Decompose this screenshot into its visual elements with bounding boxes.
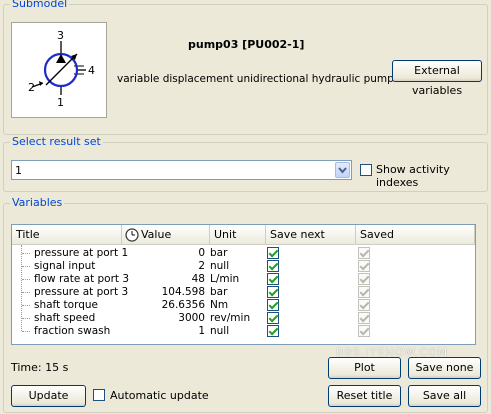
port-label-4: 4 [88, 64, 95, 77]
port-label-3: 3 [57, 29, 64, 42]
variable-unit: L/min [210, 273, 240, 285]
variables-group-label: Variables [10, 196, 65, 209]
column-header-value[interactable]: Value [122, 225, 210, 245]
reset-title-button[interactable]: Reset title [328, 385, 401, 407]
table-row[interactable]: shaft torque 26.6356 Nm [12, 299, 475, 312]
save-next-checkbox[interactable] [267, 299, 279, 311]
column-header-unit[interactable]: Unit [210, 225, 266, 245]
port-label-1: 1 [57, 96, 64, 109]
column-header-save-next[interactable]: Save next [266, 225, 356, 245]
save-next-checkbox[interactable] [267, 260, 279, 272]
submodel-icon-box: 3 4 2 1 [11, 22, 107, 118]
table-row[interactable]: pressure at port 3 104.598 bar [12, 286, 475, 299]
variable-value: 2 [198, 260, 205, 272]
submodel-description: variable displacement unidirectional hyd… [117, 73, 394, 85]
show-activity-label: Show activity indexes [376, 163, 450, 189]
variable-value: 1 [198, 325, 205, 337]
variable-unit: bar [210, 286, 228, 298]
submodel-group-label: Submodel [10, 0, 70, 10]
save-none-button[interactable]: Save none [408, 357, 481, 379]
variable-unit: Nm [210, 299, 229, 311]
save-next-checkbox[interactable] [267, 286, 279, 298]
variable-unit: rev/min [210, 312, 251, 324]
chevron-down-icon [338, 167, 347, 174]
column-header-title[interactable]: Title [12, 225, 122, 245]
variable-value: 26.6356 [161, 299, 205, 311]
time-label: Time: 15 s [11, 361, 69, 374]
variable-title: shaft torque [34, 299, 98, 311]
save-next-checkbox[interactable] [267, 273, 279, 285]
saved-checkbox [358, 260, 370, 272]
save-next-checkbox[interactable] [267, 247, 279, 259]
variable-title: signal input [34, 260, 96, 272]
variable-title: pressure at port 3 [34, 286, 129, 298]
clock-icon [125, 228, 139, 242]
variable-unit: bar [210, 247, 228, 259]
table-row[interactable]: shaft speed 3000 rev/min [12, 312, 475, 325]
table-row[interactable]: flow rate at port 3 48 L/min [12, 273, 475, 286]
save-next-checkbox[interactable] [267, 312, 279, 324]
saved-checkbox [358, 299, 370, 311]
result-set-group-label: Select result set [10, 135, 103, 148]
table-row[interactable]: pressure at port 1 0 bar [12, 247, 475, 260]
variable-title: shaft speed [34, 312, 96, 324]
variable-value: 3000 [178, 312, 205, 324]
variable-title: pressure at port 1 [34, 247, 129, 259]
variable-value: 48 [191, 273, 205, 285]
variable-value: 0 [198, 247, 205, 259]
dropdown-button[interactable] [335, 162, 350, 178]
saved-checkbox [358, 286, 370, 298]
port-label-2: 2 [28, 81, 35, 94]
variable-value: 104.598 [161, 286, 205, 298]
automatic-update-label: Automatic update [110, 389, 209, 402]
show-activity-checkbox[interactable] [360, 164, 372, 176]
variable-unit: null [210, 260, 230, 272]
update-button[interactable]: Update [11, 385, 86, 407]
submodel-name: pump03 [PU002-1] [188, 38, 305, 51]
saved-checkbox [358, 273, 370, 285]
saved-checkbox [358, 247, 370, 259]
variables-table: Title Value Unit Save next Saved pressur… [11, 224, 476, 345]
watermark-text: BBS.IYEHOW.COM [336, 346, 449, 359]
save-next-checkbox[interactable] [267, 325, 279, 337]
column-header-saved[interactable]: Saved [356, 225, 475, 245]
result-set-selected: 1 [15, 164, 22, 177]
external-variables-button[interactable]: External variables [392, 60, 482, 97]
saved-checkbox [358, 325, 370, 337]
table-row[interactable]: signal input 2 null [12, 260, 475, 273]
result-set-dropdown[interactable]: 1 [11, 160, 352, 180]
saved-checkbox [358, 312, 370, 324]
variable-title: fraction swash [34, 325, 111, 337]
table-row[interactable]: fraction swash 1 null [12, 325, 475, 338]
automatic-update-checkbox[interactable] [93, 389, 105, 401]
plot-button[interactable]: Plot [328, 357, 401, 379]
variable-unit: null [210, 325, 230, 337]
variable-title: flow rate at port 3 [34, 273, 130, 285]
save-all-button[interactable]: Save all [408, 385, 481, 407]
